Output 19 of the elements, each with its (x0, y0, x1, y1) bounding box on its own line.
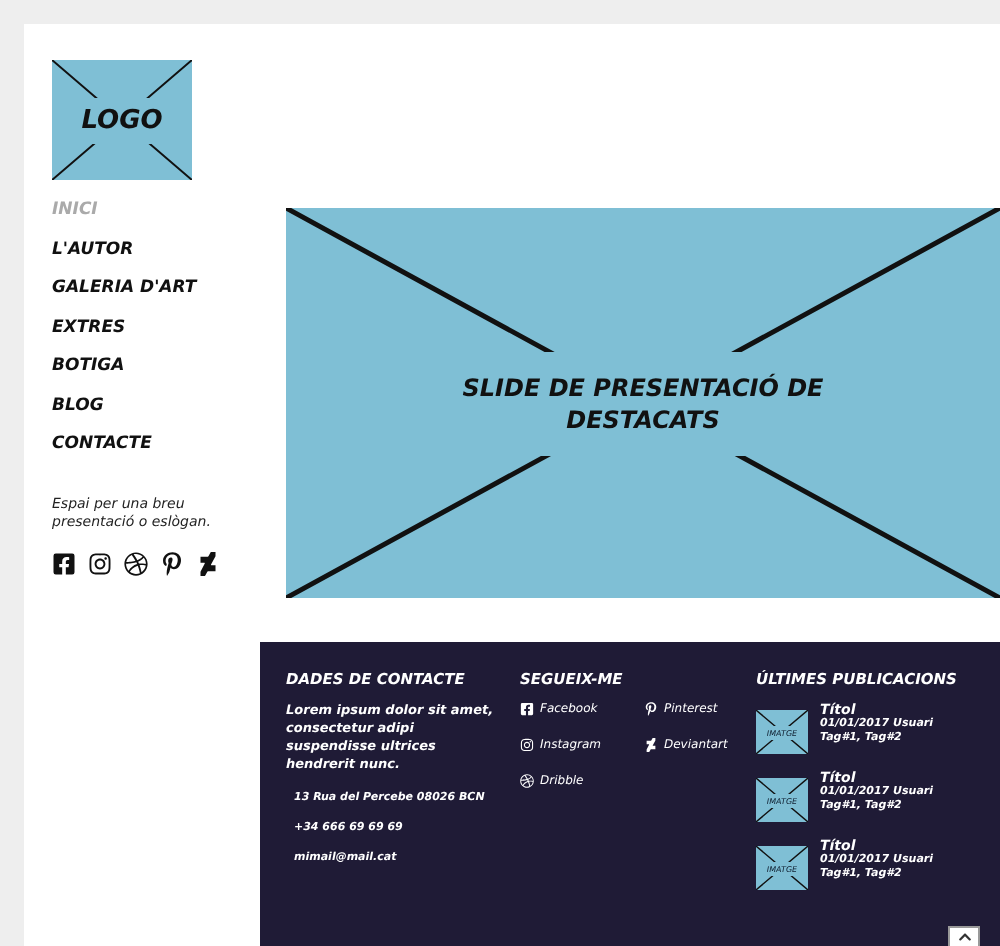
nav-link[interactable]: L'AUTOR (52, 237, 134, 261)
logo-text: LOGO (77, 97, 167, 143)
pinterest-icon[interactable] (160, 551, 184, 575)
facebook-icon[interactable] (52, 551, 76, 575)
instagram-icon[interactable] (520, 738, 534, 752)
instagram-icon[interactable] (88, 551, 112, 575)
pinterest-icon[interactable] (644, 702, 658, 716)
deviantart-icon[interactable] (644, 738, 658, 752)
scroll-top-button[interactable] (948, 926, 980, 946)
deviantart-icon[interactable] (196, 551, 220, 575)
nav-link[interactable]: EXTRES (52, 315, 126, 339)
dribbble-icon[interactable] (124, 551, 148, 575)
caret-up-icon (957, 930, 971, 944)
nav-link[interactable]: BOTIGA (52, 354, 125, 378)
nav-link[interactable]: GALERIA D'ART (52, 276, 197, 300)
dribbble-icon[interactable] (520, 774, 534, 788)
nav-link[interactable]: CONTACTE (52, 432, 152, 456)
facebook-icon[interactable] (520, 702, 534, 716)
nav-link[interactable]: BLOG (52, 393, 104, 417)
